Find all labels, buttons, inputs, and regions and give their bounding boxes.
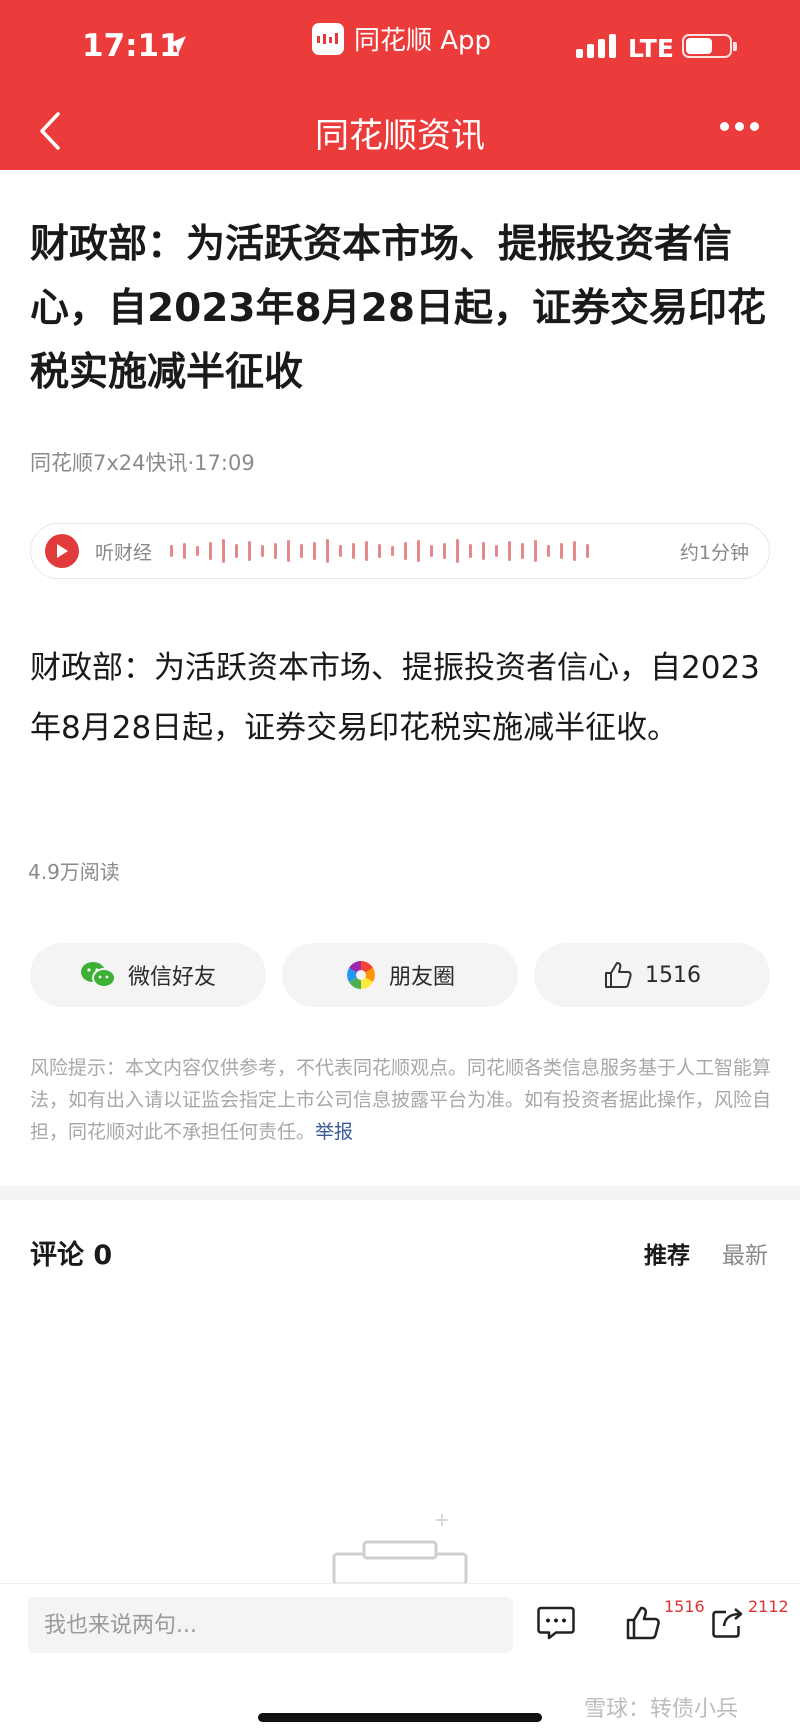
- nav-bar: 同花顺资讯: [0, 92, 800, 170]
- app-indicator[interactable]: 同花顺 App: [312, 20, 491, 57]
- article-source: 同花顺7x24快讯·17:09: [30, 451, 255, 475]
- share-wechat-label: 微信好友: [127, 965, 216, 990]
- thumbs-up-icon: [603, 960, 633, 990]
- network-type: LTE: [628, 34, 674, 63]
- moments-icon: [345, 959, 377, 991]
- comment-bubble-icon[interactable]: [536, 1604, 576, 1642]
- article-body: 财政部：为活跃资本市场、提振投资者信心，自2023年8月28日起，证券交易印花税…: [30, 650, 760, 746]
- share-icon[interactable]: [710, 1604, 746, 1640]
- more-dots-icon[interactable]: [720, 122, 759, 131]
- tab-recommended[interactable]: 推荐: [644, 1236, 690, 1270]
- share-wechat-button[interactable]: 微信好友: [30, 943, 266, 1007]
- article-headline: 财政部：为活跃资本市场、提振投资者信心，自2023年8月28日起，证券交易印花税…: [30, 222, 766, 395]
- audio-label: 听财经: [95, 541, 153, 564]
- disclaimer-text: 风险提示：本文内容仅供参考，不代表同花顺观点。同花顺各类信息服务基于人工智能算法…: [30, 1057, 772, 1143]
- comments-title: 评论 0: [30, 1240, 113, 1271]
- empty-comments-illustration: [332, 1514, 468, 1584]
- bottom-like-count: 1516: [664, 1597, 705, 1616]
- report-link[interactable]: 举报: [315, 1121, 353, 1143]
- location-arrow-icon: [168, 36, 186, 54]
- comment-input[interactable]: [28, 1597, 513, 1653]
- tab-latest[interactable]: 最新: [722, 1236, 768, 1270]
- read-count: 4.9万阅读: [28, 860, 120, 884]
- signal-strength-icon: [576, 32, 616, 58]
- bottom-share-count: 2112: [748, 1597, 789, 1616]
- wechat-icon: [80, 960, 116, 990]
- app-name: 同花顺 App: [354, 26, 492, 56]
- watermark: 雪球：转债小兵: [584, 1697, 739, 1722]
- audio-waveform: [170, 536, 590, 566]
- section-divider: [0, 1186, 800, 1200]
- risk-disclaimer: 风险提示：本文内容仅供参考，不代表同花顺观点。同花顺各类信息服务基于人工智能算法…: [30, 1052, 778, 1148]
- share-moments-button[interactable]: 朋友圈: [282, 943, 518, 1007]
- audio-player[interactable]: 听财经 约1分钟: [30, 523, 770, 579]
- share-moments-label: 朋友圈: [388, 965, 455, 990]
- battery-icon: [682, 34, 737, 58]
- bottom-bar: 1516 2112 雪球：转债小兵: [0, 1583, 800, 1732]
- like-count: 1516: [645, 962, 701, 988]
- app-logo-icon: [312, 22, 344, 55]
- play-icon[interactable]: [45, 534, 79, 568]
- like-button[interactable]: 1516: [534, 943, 770, 1007]
- nav-title: 同花顺资讯: [315, 116, 485, 156]
- home-indicator[interactable]: [258, 1713, 542, 1722]
- thumbs-up-icon[interactable]: [624, 1604, 662, 1642]
- audio-duration: 约1分钟: [679, 541, 749, 564]
- status-bar: 17:11 同花顺 App LTE: [0, 0, 800, 92]
